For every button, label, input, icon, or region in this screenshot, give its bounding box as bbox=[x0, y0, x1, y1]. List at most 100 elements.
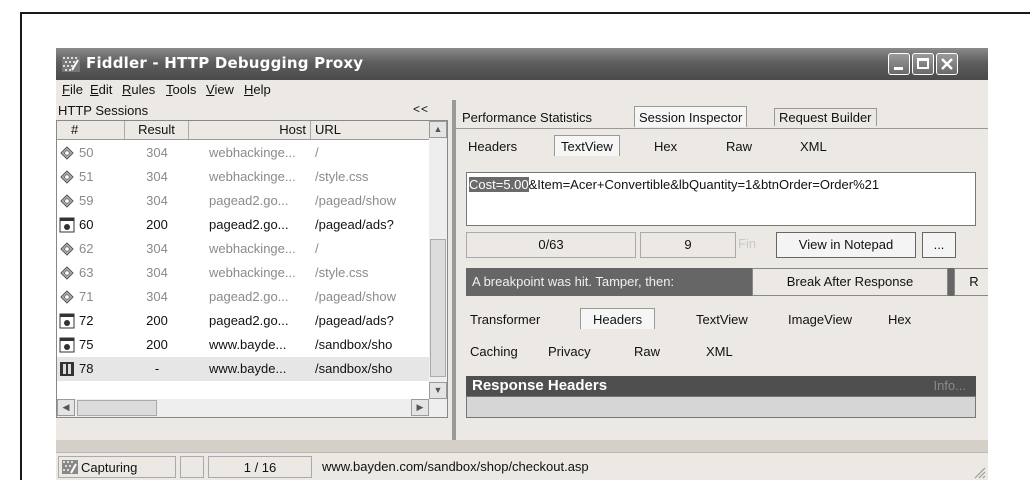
tab-response-privacy[interactable]: Privacy bbox=[548, 344, 591, 359]
status-empty-panel[interactable] bbox=[180, 456, 204, 478]
scroll-thumb[interactable] bbox=[430, 239, 446, 377]
break-after-response-button[interactable]: Break After Response bbox=[752, 268, 948, 296]
more-options-button[interactable]: ... bbox=[922, 232, 956, 258]
horizontal-scrollbar[interactable]: ◀ ▶ bbox=[57, 399, 429, 417]
tab-response-raw[interactable]: Raw bbox=[634, 344, 660, 359]
tab-request-headers[interactable]: Headers bbox=[468, 139, 517, 154]
request-body-text: &Item=Acer+Convertible&lbQuantity=1&btnO… bbox=[528, 177, 880, 192]
session-url: /pagead/ads? bbox=[315, 313, 394, 328]
menu-view[interactable]: View bbox=[206, 82, 234, 97]
tab-request-raw[interactable]: Raw bbox=[726, 139, 752, 154]
table-row[interactable]: 51 304 webhackinge... /style.css bbox=[57, 165, 429, 189]
session-result: 304 bbox=[146, 193, 168, 208]
cached-icon bbox=[59, 289, 75, 305]
sessions-grid: # Result Host URL 50 304 webhackinge... / 51… bbox=[56, 120, 448, 418]
cached-icon bbox=[59, 145, 75, 161]
session-url: /pagead/show bbox=[315, 289, 396, 304]
menu-edit[interactable]: Edit bbox=[90, 82, 112, 97]
hscroll-thumb[interactable] bbox=[77, 400, 157, 416]
session-host: pagead2.go... bbox=[209, 217, 289, 232]
resize-grip-icon[interactable] bbox=[972, 465, 986, 479]
scroll-right-button[interactable]: ▶ bbox=[411, 399, 429, 416]
session-id: 51 bbox=[79, 169, 94, 184]
session-url: /sandbox/sho bbox=[315, 337, 393, 352]
scroll-up-button[interactable]: ▲ bbox=[429, 121, 447, 138]
session-id: 63 bbox=[79, 265, 94, 280]
response-headers-box[interactable] bbox=[466, 396, 976, 418]
close-button[interactable] bbox=[936, 53, 958, 75]
tab-divider bbox=[456, 128, 988, 129]
table-row[interactable]: 50 304 webhackinge... / bbox=[57, 141, 429, 165]
tab-performance-statistics[interactable]: Performance Statistics bbox=[462, 110, 592, 125]
cached-icon bbox=[59, 241, 75, 257]
tab-response-imageview[interactable]: ImageView bbox=[788, 312, 852, 327]
session-count: 1 / 16 bbox=[208, 456, 312, 478]
tab-request-textview[interactable]: TextView bbox=[554, 135, 620, 156]
minimize-button[interactable] bbox=[888, 53, 910, 75]
sessions-pane: HTTP Sessions << # Result Host URL 50 304… bbox=[56, 100, 452, 440]
session-host: webhackinge... bbox=[209, 145, 296, 160]
session-result: 304 bbox=[146, 145, 168, 160]
menu-file[interactable]: File bbox=[62, 82, 83, 97]
session-url: /pagead/show bbox=[315, 193, 396, 208]
tab-session-inspector[interactable]: Session Inspector bbox=[634, 106, 748, 127]
tab-response-caching[interactable]: Caching bbox=[470, 344, 518, 359]
response-headers-title: Response Headers bbox=[472, 377, 608, 394]
table-row[interactable]: 75 200 www.bayde... /sandbox/sho bbox=[57, 333, 429, 357]
session-result: 200 bbox=[146, 217, 168, 232]
chevron-down-icon: ▼ bbox=[433, 385, 443, 395]
tab-response-textview[interactable]: TextView bbox=[696, 312, 748, 327]
tab-request-builder[interactable]: Request Builder bbox=[774, 108, 877, 126]
run-to-completion-button[interactable]: R bbox=[954, 268, 988, 296]
session-host: www.bayde... bbox=[209, 337, 287, 352]
column-number[interactable]: # bbox=[57, 121, 125, 139]
table-row[interactable]: 78 - www.bayde... /sandbox/sho bbox=[57, 357, 429, 381]
column-url[interactable]: URL bbox=[311, 121, 429, 139]
table-row[interactable]: 72 200 pagead2.go... /pagead/ads? bbox=[57, 309, 429, 333]
view-in-notepad-button[interactable]: View in Notepad bbox=[776, 232, 916, 258]
session-host: webhackinge... bbox=[209, 265, 296, 280]
info-link[interactable]: Info... bbox=[933, 376, 966, 396]
collapse-button[interactable]: << bbox=[398, 102, 444, 118]
menu-tools[interactable]: Tools bbox=[166, 82, 196, 97]
tab-response-hex[interactable]: Hex bbox=[888, 312, 911, 327]
find-button[interactable]: Fin bbox=[738, 232, 772, 258]
close-icon bbox=[941, 58, 953, 70]
table-row[interactable]: 60 200 pagead2.go... /pagead/ads? bbox=[57, 213, 429, 237]
session-id: 59 bbox=[79, 193, 94, 208]
chevron-right-icon: ▶ bbox=[416, 402, 424, 412]
column-host[interactable]: Host bbox=[189, 121, 311, 139]
session-result: 304 bbox=[146, 289, 168, 304]
status-bar: Capturing 1 / 16 www.bayden.com/sandbox/… bbox=[56, 452, 988, 480]
table-row[interactable]: 63 304 webhackinge... /style.css bbox=[57, 261, 429, 285]
title-bar[interactable]: Fiddler - HTTP Debugging Proxy bbox=[56, 48, 988, 80]
table-row[interactable]: 59 304 pagead2.go... /pagead/show bbox=[57, 189, 429, 213]
session-id: 72 bbox=[79, 313, 94, 328]
tab-request-xml[interactable]: XML bbox=[800, 139, 827, 154]
capturing-icon bbox=[62, 460, 78, 474]
table-row[interactable]: 62 304 webhackinge... / bbox=[57, 237, 429, 261]
menu-help[interactable]: Help bbox=[244, 82, 271, 97]
breakpoint-icon bbox=[59, 361, 75, 377]
tab-response-transformer[interactable]: Transformer bbox=[470, 312, 540, 327]
column-result[interactable]: Result bbox=[125, 121, 189, 139]
maximize-icon bbox=[917, 58, 929, 69]
session-url: / bbox=[315, 145, 319, 160]
session-id: 50 bbox=[79, 145, 94, 160]
menu-rules[interactable]: Rules bbox=[122, 82, 155, 97]
request-body-textarea[interactable]: Cost=5.00&Item=Acer+Convertible&lbQuanti… bbox=[466, 172, 976, 226]
vertical-scrollbar[interactable]: ▲ ▼ bbox=[429, 121, 447, 417]
session-host: pagead2.go... bbox=[209, 289, 289, 304]
session-url: /sandbox/sho bbox=[315, 361, 393, 376]
session-id: 60 bbox=[79, 217, 94, 232]
tab-response-headers[interactable]: Headers bbox=[580, 308, 656, 329]
tab-request-hex[interactable]: Hex bbox=[654, 139, 677, 154]
tab-response-xml[interactable]: XML bbox=[706, 344, 733, 359]
session-host: pagead2.go... bbox=[209, 313, 289, 328]
scroll-left-button[interactable]: ◀ bbox=[57, 399, 75, 416]
maximize-button[interactable] bbox=[912, 53, 934, 75]
capturing-indicator[interactable]: Capturing bbox=[58, 456, 176, 478]
scroll-down-button[interactable]: ▼ bbox=[429, 382, 447, 399]
request-body-selection: Cost=5.00 bbox=[469, 177, 529, 192]
table-row[interactable]: 71 304 pagead2.go... /pagead/show bbox=[57, 285, 429, 309]
